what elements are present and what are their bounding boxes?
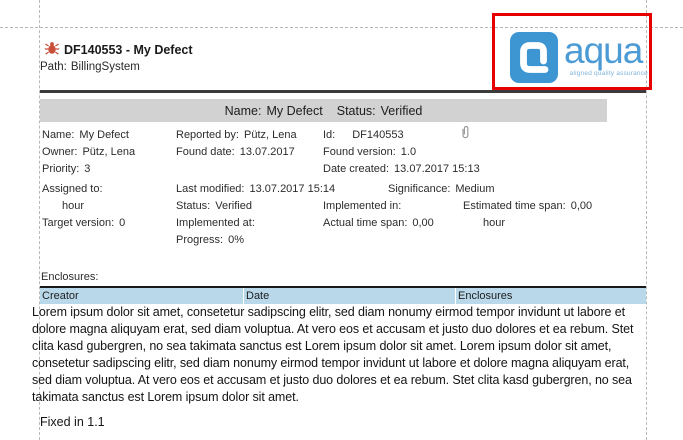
field-status: Status:Verified <box>176 200 252 212</box>
summary-name-label: Name: <box>225 104 262 118</box>
field-priority-value: 3 <box>84 163 90 175</box>
field-actual-time-span-label: Actual time span: <box>323 217 412 229</box>
summary-bar: Name: My Defect Status: Verified <box>40 99 607 122</box>
field-reported-by: Reported by:Pütz, Lena <box>176 129 297 141</box>
field-significance: Significance:Medium <box>388 183 495 195</box>
field-id: Id:DF140553 <box>323 129 404 141</box>
aqua-logo-tagline: aligned quality assurance <box>556 70 648 77</box>
field-progress: Progress:0% <box>176 234 244 246</box>
field-owner: Owner:Pütz, Lena <box>42 146 135 158</box>
defect-path: Path: BillingSystem <box>40 61 140 73</box>
enclosures-col-enclosures: Enclosures <box>458 290 512 302</box>
field-last-modified-value: 13.07.2017 15:14 <box>249 183 335 195</box>
aqua-logo-icon <box>510 32 558 83</box>
margin-guide-top <box>0 27 683 28</box>
field-significance-label: Significance: <box>388 183 455 195</box>
field-target-version: Target version:0 <box>42 217 125 229</box>
defect-title: DF140553 - My Defect <box>64 43 193 57</box>
field-assigned-to: Assigned to: <box>42 183 108 195</box>
field-name: Name:My Defect <box>42 129 129 141</box>
path-label: Path: <box>40 61 67 73</box>
field-reported-by-value: Pütz, Lena <box>244 129 297 141</box>
field-target-version-label: Target version: <box>42 217 119 229</box>
field-found-date-label: Found date: <box>176 146 240 158</box>
field-assigned-to-label: Assigned to: <box>42 183 108 195</box>
enclosures-section-label: Enclosures: <box>41 271 98 283</box>
field-estimated-time-span: Estimated time span:0,00 <box>463 200 592 212</box>
summary-status-label: Status: <box>337 104 376 118</box>
field-target-version-value: 0 <box>119 217 125 229</box>
bug-icon <box>44 41 60 60</box>
enclosures-col-date: Date <box>246 290 269 302</box>
field-hour-unit-right: hour <box>483 217 505 229</box>
summary-status-value: Verified <box>381 104 423 118</box>
field-implemented-in: Implemented in: <box>323 200 406 212</box>
field-name-label: Name: <box>42 129 79 141</box>
field-estimated-time-span-label: Estimated time span: <box>463 200 571 212</box>
field-actual-time-span-value: 0,00 <box>412 217 433 229</box>
attachment-paperclip-icon <box>461 125 470 145</box>
field-progress-value: 0% <box>228 234 244 246</box>
field-priority: Priority:3 <box>42 163 90 175</box>
defect-description: Lorem ipsum dolor sit amet, consetetur s… <box>32 304 649 406</box>
field-found-date-value: 13.07.2017 <box>240 146 295 158</box>
field-id-label: Id: <box>323 129 352 141</box>
field-implemented-at-label: Implemented at: <box>176 217 260 229</box>
field-last-modified-label: Last modified: <box>176 183 249 195</box>
field-name-value: My Defect <box>79 129 129 141</box>
field-found-version-label: Found version: <box>323 146 401 158</box>
enclosures-col-creator: Creator <box>42 290 79 302</box>
field-found-version: Found version:1.0 <box>323 146 416 158</box>
enclosures-col-separator <box>455 288 456 304</box>
field-date-created: Date created:13.07.2017 15:13 <box>323 163 480 175</box>
field-significance-value: Medium <box>455 183 494 195</box>
field-date-created-value: 13.07.2017 15:13 <box>394 163 480 175</box>
aqua-logo-wordmark: aqua <box>564 32 642 69</box>
field-owner-value: Pütz, Lena <box>82 146 135 158</box>
summary-name-value: My Defect <box>266 104 322 118</box>
field-actual-time-span: Actual time span:0,00 <box>323 217 434 229</box>
header-divider <box>40 90 646 93</box>
field-implemented-in-label: Implemented in: <box>323 200 406 212</box>
field-id-value: DF140553 <box>352 129 403 141</box>
field-priority-label: Priority: <box>42 163 84 175</box>
field-last-modified: Last modified:13.07.2017 15:14 <box>176 183 335 195</box>
enclosures-col-separator <box>243 288 244 304</box>
field-date-created-label: Date created: <box>323 163 394 175</box>
field-implemented-at: Implemented at: <box>176 217 260 229</box>
field-status-value: Verified <box>215 200 252 212</box>
field-found-date: Found date:13.07.2017 <box>176 146 295 158</box>
fixed-in-note: Fixed in 1.1 <box>40 415 105 429</box>
field-progress-label: Progress: <box>176 234 228 246</box>
field-hour-unit-left: hour <box>62 200 84 212</box>
path-value: BillingSystem <box>71 61 140 73</box>
field-reported-by-label: Reported by: <box>176 129 244 141</box>
field-owner-label: Owner: <box>42 146 82 158</box>
field-found-version-value: 1.0 <box>401 146 416 158</box>
field-estimated-time-span-value: 0,00 <box>571 200 592 212</box>
field-status-label: Status: <box>176 200 215 212</box>
enclosures-table-header: Creator Date Enclosures <box>40 286 646 304</box>
report-preview-page: DF140553 - My Defect Path:BillingSystem … <box>0 0 683 440</box>
